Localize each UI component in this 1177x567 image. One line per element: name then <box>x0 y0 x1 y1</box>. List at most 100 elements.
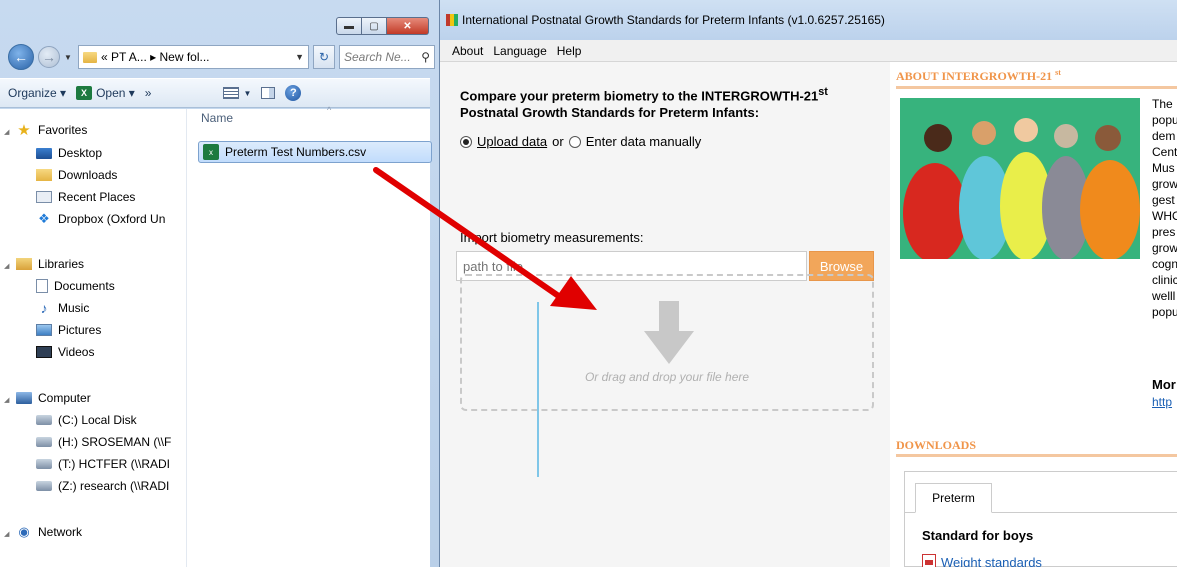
about-line: The <box>1152 97 1173 111</box>
more-commands-button[interactable]: » <box>145 86 152 100</box>
dropbox-icon: ❖ <box>38 211 50 226</box>
manual-option-label[interactable]: Enter data manually <box>586 134 702 149</box>
open-label: Open ▾ <box>96 86 135 100</box>
about-line: pres <box>1152 225 1176 239</box>
app-icon <box>446 14 458 26</box>
nav-music[interactable]: ♪ Music <box>36 298 90 318</box>
nav-drive-t[interactable]: (T:) HCTFER (\\RADI <box>36 454 170 474</box>
network-drive-icon <box>36 459 52 469</box>
drop-zone[interactable]: Or drag and drop your file here <box>460 274 874 411</box>
nav-drive-h[interactable]: (H:) SROSEMAN (\\F <box>36 432 171 452</box>
nav-label: Pictures <box>58 323 102 337</box>
more-info-label: Mor <box>1152 377 1176 392</box>
tab-preterm[interactable]: Preterm <box>915 483 992 513</box>
documents-icon <box>36 279 48 293</box>
menu-language[interactable]: Language <box>493 44 546 58</box>
expand-icon[interactable]: ◢ <box>4 128 9 136</box>
nav-documents[interactable]: Documents <box>36 276 115 296</box>
nav-favorites[interactable]: ★ Favorites <box>16 120 87 140</box>
search-input[interactable]: Search Ne... ⚲ <box>339 45 435 69</box>
heading-line-2: Postnatal Growth Standards for Preterm I… <box>460 105 760 121</box>
star-icon: ★ <box>17 122 31 139</box>
about-section-title: ABOUT INTERGROWTH-21 st <box>896 68 1061 84</box>
preview-pane-button[interactable] <box>261 87 276 99</box>
libraries-icon <box>16 258 32 270</box>
minimize-button[interactable]: ▬ <box>336 17 362 35</box>
weight-standards-link[interactable]: Weight standards <box>922 554 1042 567</box>
search-placeholder: Search Ne... <box>344 50 411 64</box>
column-header-name[interactable]: Name <box>201 111 233 125</box>
refresh-button[interactable]: ↻ <box>313 45 335 69</box>
or-text: or <box>552 134 564 149</box>
about-line: Mus <box>1152 161 1175 175</box>
csv-file-icon: x <box>203 144 219 160</box>
about-line: WHO <box>1152 209 1177 223</box>
nav-label: Videos <box>58 345 95 359</box>
about-line: dem <box>1152 129 1176 143</box>
nav-drive-z[interactable]: (Z:) research (\\RADI <box>36 476 169 496</box>
address-path: « PT A... ▸ New fol... <box>101 50 210 64</box>
expand-icon[interactable]: ◢ <box>4 396 9 404</box>
upload-data-link[interactable]: Upload data <box>477 134 547 149</box>
nav-libraries[interactable]: Libraries <box>16 254 84 274</box>
upload-radio[interactable] <box>460 135 472 148</box>
more-info-link[interactable]: http <box>1152 395 1172 409</box>
nav-dropbox[interactable]: ❖ Dropbox (Oxford Un <box>36 209 165 229</box>
about-line: popu <box>1152 305 1177 319</box>
organize-button[interactable]: Organize ▾ <box>8 86 66 100</box>
nav-local-disk[interactable]: (C:) Local Disk <box>36 410 137 430</box>
nav-label: Computer <box>38 391 91 405</box>
back-button[interactable]: ← <box>8 44 34 70</box>
chevron-down-icon[interactable]: ▼ <box>295 52 304 62</box>
about-line: grow <box>1152 241 1177 255</box>
input-mode-options: Upload data or Enter data manually <box>460 134 701 149</box>
network-icon: ◉ <box>18 524 30 539</box>
drop-hint: Or drag and drop your file here <box>584 370 750 384</box>
expand-icon[interactable]: ◢ <box>4 262 9 270</box>
nav-videos[interactable]: Videos <box>36 342 94 362</box>
app-titlebar: International Postnatal Growth Standards… <box>440 0 1177 40</box>
upload-panel: Compare your preterm biometry to the INT… <box>440 62 890 567</box>
manual-radio[interactable] <box>568 135 581 148</box>
download-arrow-icon <box>644 301 694 364</box>
change-view-button[interactable]: ▼ <box>223 87 251 99</box>
help-icon: ? <box>285 85 302 101</box>
forward-button[interactable]: → <box>38 46 60 68</box>
standard-boys-heading: Standard for boys <box>922 528 1034 543</box>
recent-places-icon <box>36 191 52 203</box>
nav-label: Desktop <box>58 146 103 160</box>
about-line: grow <box>1152 177 1177 191</box>
downloads-section-title: DOWNLOADS <box>896 438 977 452</box>
nav-label: (C:) Local Disk <box>58 413 137 427</box>
address-bar[interactable]: « PT A... ▸ New fol... ▼ <box>78 45 309 69</box>
nav-recent-places[interactable]: Recent Places <box>36 187 135 207</box>
menu-help[interactable]: Help <box>557 44 582 58</box>
downloads-icon <box>36 169 52 181</box>
info-panel: ABOUT INTERGROWTH-21 st The popu dem Cen… <box>890 62 1177 567</box>
maximize-button[interactable]: ▢ <box>362 17 387 35</box>
nav-label: Libraries <box>38 257 85 271</box>
more-label: » <box>144 86 152 100</box>
file-item[interactable]: x Preterm Test Numbers.csv <box>198 141 432 163</box>
disk-icon <box>36 415 52 425</box>
nav-desktop[interactable]: Desktop <box>36 143 102 163</box>
recent-pages-dropdown[interactable]: ▼ <box>64 53 74 62</box>
about-title-superscript: st <box>1055 68 1061 77</box>
close-button[interactable]: ✕ <box>387 17 429 35</box>
downloads-divider <box>896 454 1177 457</box>
help-button[interactable]: ? <box>285 85 302 101</box>
command-bar: Organize ▾ X Open ▾ » ▼ ? <box>0 78 430 108</box>
organize-label: Organize ▾ <box>8 86 67 100</box>
nav-network[interactable]: ◉ Network <box>16 522 82 542</box>
app-title: International Postnatal Growth Standards… <box>462 13 885 27</box>
nav-pictures[interactable]: Pictures <box>36 320 101 340</box>
folder-icon <box>83 51 97 63</box>
nav-computer[interactable]: Computer <box>16 388 91 408</box>
navigation-pane: ◢ ★ Favorites Desktop Downloads Recent Pl… <box>0 109 186 567</box>
about-line: cogn <box>1152 257 1177 271</box>
nav-downloads[interactable]: Downloads <box>36 165 117 185</box>
expand-icon[interactable]: ◢ <box>4 530 9 538</box>
menu-about[interactable]: About <box>452 44 483 58</box>
open-button[interactable]: X Open ▾ <box>76 86 135 100</box>
desktop-icon <box>36 147 52 159</box>
